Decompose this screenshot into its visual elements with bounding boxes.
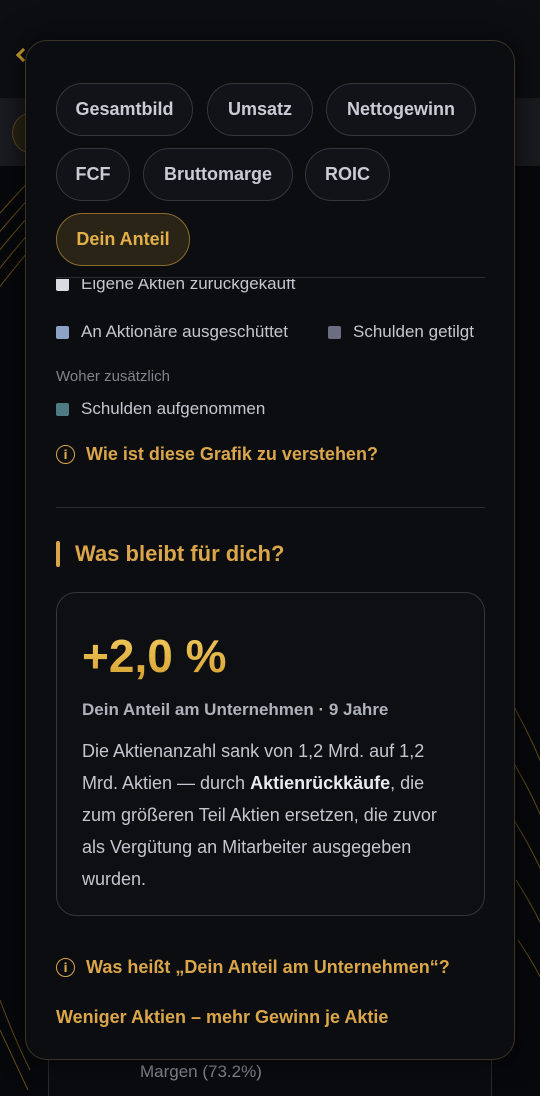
legend-item-dividends: An Aktionäre ausgeschüttet: [56, 322, 288, 342]
ownership-faq-label: Was heißt „Dein Anteil am Unternehmen“?: [86, 957, 450, 977]
chart-help-link[interactable]: i Wie ist diese Grafik zu verstehen?: [56, 444, 378, 465]
legend-label: Schulden getilgt: [353, 322, 474, 341]
ownership-result-card: +2,0 % Dein Anteil am Unternehmen · 9 Ja…: [56, 592, 485, 916]
tab-gesamtbild[interactable]: Gesamtbild: [56, 83, 193, 136]
legend-section-label: Woher zusätzlich: [56, 368, 170, 385]
tab-umsatz[interactable]: Umsatz: [207, 83, 313, 136]
ownership-subtitle: Dein Anteil am Unternehmen · 9 Jahre: [82, 700, 389, 719]
chart-options-sheet: Gesamtbild Umsatz Nettogewinn FCF Brutto…: [25, 40, 515, 1060]
tab-fcf[interactable]: FCF: [56, 148, 130, 201]
section-accent-bar: [56, 541, 60, 567]
tab-bruttomarge[interactable]: Bruttomarge: [143, 148, 293, 201]
legend-swatch: [56, 325, 69, 339]
info-icon: i: [56, 958, 75, 977]
ownership-faq-link[interactable]: i Was heißt „Dein Anteil am Unternehmen“…: [56, 957, 450, 978]
legend-item-debt-repaid: Schulden getilgt: [328, 322, 474, 342]
eps-section-heading[interactable]: Weniger Aktien – mehr Gewinn je Aktie: [56, 1007, 388, 1028]
info-icon: i: [56, 445, 75, 464]
ownership-description: Die Aktienanzahl sank von 1,2 Mrd. auf 1…: [82, 735, 462, 895]
tab-nettogewinn[interactable]: Nettogewinn: [326, 83, 476, 136]
divider: [56, 507, 485, 508]
legend-swatch: [56, 279, 69, 291]
chart-help-label: Wie ist diese Grafik zu verstehen?: [86, 444, 378, 464]
legend-item-debt-taken: Schulden aufgenommen: [56, 399, 265, 419]
divider: [56, 277, 485, 278]
legend-label: Schulden aufgenommen: [81, 399, 266, 418]
background-card-text: Margen (73.2%): [140, 1062, 262, 1081]
section-title: Was bleibt für dich?: [56, 541, 284, 567]
section-title-text: Was bleibt für dich?: [75, 541, 285, 566]
legend-label: An Aktionäre ausgeschüttet: [81, 322, 288, 341]
description-bold-term: Aktienrückkäufe: [250, 773, 391, 793]
legend-swatch: [328, 325, 341, 339]
tab-roic[interactable]: ROIC: [305, 148, 390, 201]
legend-swatch: [56, 402, 69, 416]
tab-dein-anteil[interactable]: Dein Anteil: [56, 213, 190, 266]
ownership-change-value: +2,0 %: [82, 630, 227, 682]
